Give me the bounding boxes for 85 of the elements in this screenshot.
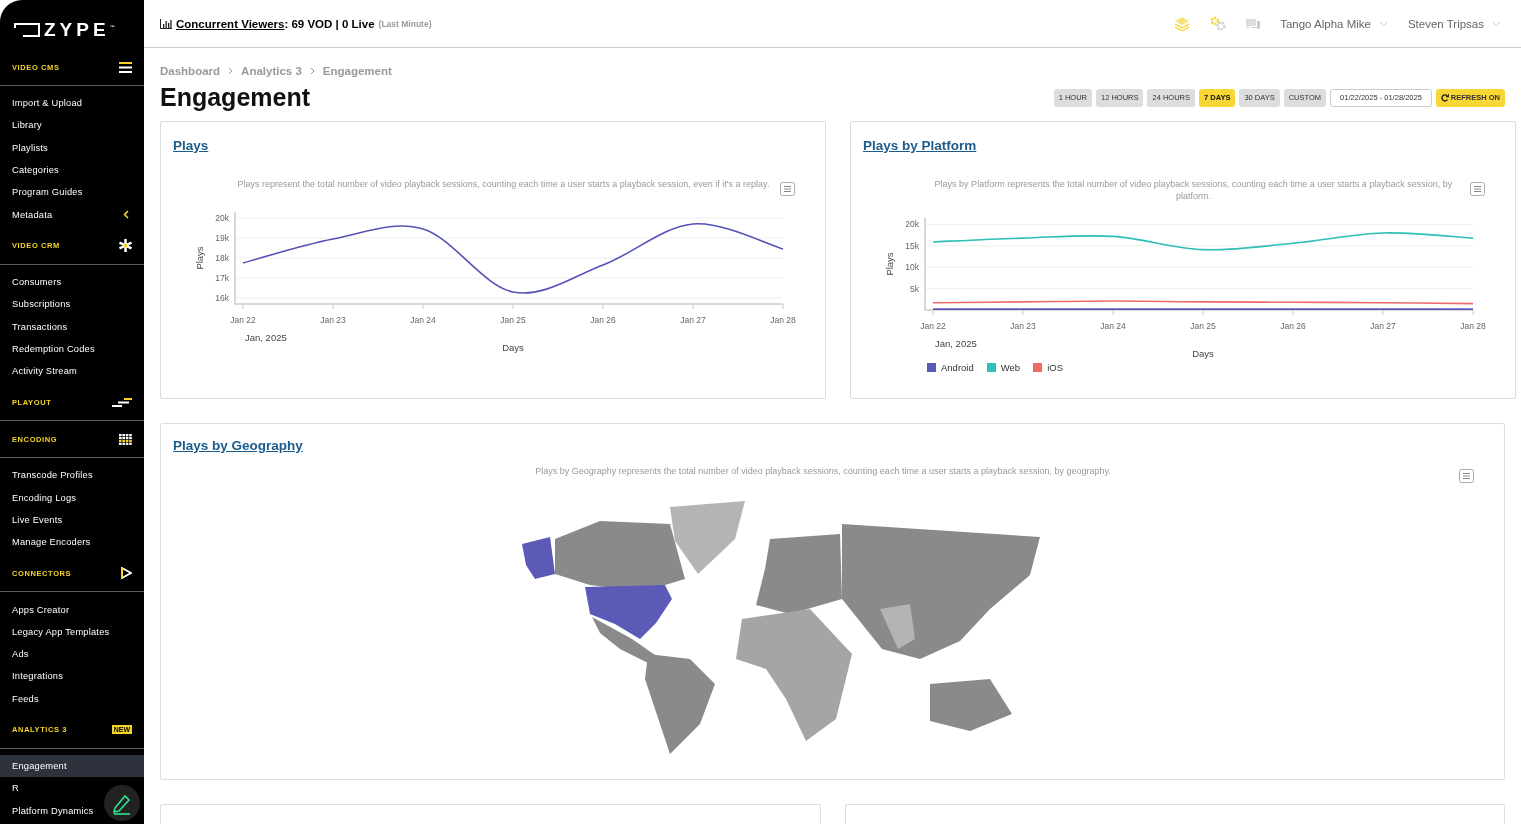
period-label: Jan, 2025 bbox=[935, 338, 977, 349]
caret-icon bbox=[1378, 20, 1388, 27]
sidebar-item[interactable]: Playlists bbox=[12, 136, 48, 159]
y-axis-label: 10k bbox=[905, 262, 919, 273]
sidebar-item[interactable]: Categories bbox=[12, 158, 59, 182]
sidebar-item[interactable]: Library bbox=[12, 114, 42, 137]
x-axis-label: Jan 25 bbox=[500, 315, 526, 325]
sidebar-item[interactable]: Apps Creator bbox=[12, 598, 70, 621]
chart-menu-icon[interactable] bbox=[1470, 182, 1485, 196]
sidebar-item[interactable]: Ads bbox=[12, 643, 29, 666]
x-axis-label: Jan 27 bbox=[1370, 321, 1396, 331]
y-axis-label: 20k bbox=[215, 213, 229, 223]
chart-menu-icon[interactable] bbox=[780, 182, 795, 196]
card-title-link[interactable]: Plays bbox=[173, 138, 209, 153]
x-axis-label: Jan 23 bbox=[320, 315, 346, 325]
concurrent-viewers-text: Concurrent Viewers: 69 VOD | 0 Live bbox=[176, 17, 375, 30]
sidebar-item[interactable]: Legacy App Templates bbox=[12, 620, 110, 644]
account-dropdown[interactable]: Tango Alpha Mike bbox=[1280, 17, 1388, 30]
x-axis-title: Days bbox=[1192, 348, 1214, 359]
page-title: Engagement bbox=[160, 83, 311, 112]
x-axis-title: Days bbox=[502, 342, 524, 353]
card-title-link[interactable]: Plays by Platform bbox=[863, 138, 977, 153]
play-icon[interactable] bbox=[121, 567, 132, 580]
x-axis-label: Jan 24 bbox=[1100, 321, 1126, 331]
chart-description: Plays by Platform represents the total number of video playback sessions, counting each time a user starts a playback session, by platform. bbox=[933, 178, 1454, 202]
last-minute-note: (Last Minute) bbox=[378, 18, 432, 29]
sidebar-item[interactable]: R bbox=[12, 777, 19, 800]
legend-label[interactable]: Web bbox=[1000, 362, 1021, 373]
edit-button[interactable] bbox=[104, 785, 140, 821]
y-axis-label: 18k bbox=[215, 253, 229, 263]
sidebar-item[interactable]: Integrations bbox=[12, 665, 63, 688]
x-axis-label: Jan 26 bbox=[590, 315, 616, 325]
sidebar-item[interactable]: Engagement bbox=[0, 754, 144, 778]
chart-description: Plays represent the total number of video playback sessions, counting each time a user starts a playback session, even if it's a replay. bbox=[236, 178, 771, 190]
x-axis-label: Jan 25 bbox=[1190, 321, 1216, 331]
menu-icon[interactable] bbox=[119, 61, 132, 73]
sidebar-item[interactable]: Import & Upload bbox=[12, 92, 83, 115]
x-axis-label: Jan 26 bbox=[1280, 321, 1306, 331]
sidebar-item[interactable]: Redemption Codes bbox=[12, 337, 95, 360]
sidebar-item[interactable]: Consumers bbox=[12, 270, 62, 294]
asterisk-icon[interactable] bbox=[119, 239, 132, 253]
chevron-right-icon bbox=[228, 67, 234, 75]
sidebar-item[interactable]: Metadata bbox=[0, 203, 144, 226]
refresh-icon bbox=[1440, 93, 1449, 102]
sidebar-item[interactable]: Subscriptions bbox=[12, 293, 71, 316]
y-axis-label: 19k bbox=[215, 233, 229, 243]
x-axis-label: Jan 22 bbox=[230, 315, 256, 325]
x-axis-label: Jan 28 bbox=[770, 315, 796, 325]
chevron-left-icon[interactable] bbox=[123, 210, 129, 220]
y-axis-title: Plays bbox=[884, 252, 895, 276]
sidebar-item[interactable]: Platform Dynamics bbox=[12, 799, 94, 822]
y-axis-label: 17k bbox=[215, 273, 229, 283]
card-title-link[interactable]: Plays by Geography bbox=[173, 438, 1492, 453]
x-axis-label: Jan 27 bbox=[680, 315, 706, 325]
concurrent-viewers-link[interactable]: Concurrent Viewers bbox=[176, 17, 285, 30]
grid-icon[interactable] bbox=[119, 433, 132, 445]
sidebar-item[interactable]: Manage Encoders bbox=[12, 531, 91, 554]
x-axis-label: Jan 24 bbox=[410, 315, 436, 325]
caret-icon bbox=[1492, 20, 1501, 27]
chevron-right-icon bbox=[309, 67, 315, 75]
y-axis-label: 20k bbox=[905, 219, 919, 230]
x-axis-label: Jan 23 bbox=[1010, 321, 1036, 331]
sidebar-item[interactable]: Live Events bbox=[12, 508, 63, 532]
logo-icon bbox=[14, 22, 40, 37]
x-axis-label: Jan 28 bbox=[1460, 321, 1486, 331]
chart-description: Plays by Geography represents the total number of video playback sessions, counting each time a user starts a playback session, by geography. bbox=[534, 465, 1112, 477]
sidebar-item[interactable]: Program Guides bbox=[12, 181, 83, 204]
sidebar-item[interactable]: Transcode Profiles bbox=[12, 464, 93, 487]
sidebar-item[interactable]: Transactions bbox=[12, 315, 68, 338]
stepped-lines-icon[interactable] bbox=[112, 397, 132, 407]
logo-text: ZYPE$^{™}$ bbox=[44, 20, 115, 39]
y-axis-title: Plays bbox=[194, 246, 205, 270]
bar-chart-icon bbox=[160, 18, 172, 29]
account-dropdown[interactable]: Steven Tripsas bbox=[1407, 17, 1501, 30]
legend-label[interactable]: Android bbox=[941, 362, 974, 373]
sidebar-item[interactable]: Feeds bbox=[12, 687, 39, 710]
chart-menu-icon[interactable] bbox=[1459, 469, 1474, 483]
sidebar-item[interactable]: Encoding Logs bbox=[12, 486, 77, 509]
y-axis-label: 5k bbox=[910, 283, 919, 294]
period-label: Jan, 2025 bbox=[245, 332, 287, 343]
x-axis-label: Jan 22 bbox=[920, 321, 946, 331]
y-axis-label: 16k bbox=[215, 293, 229, 303]
y-axis-label: 15k bbox=[905, 240, 919, 251]
legend-label[interactable]: iOS bbox=[1047, 362, 1063, 373]
sidebar-item[interactable]: Activity Stream bbox=[12, 359, 77, 383]
